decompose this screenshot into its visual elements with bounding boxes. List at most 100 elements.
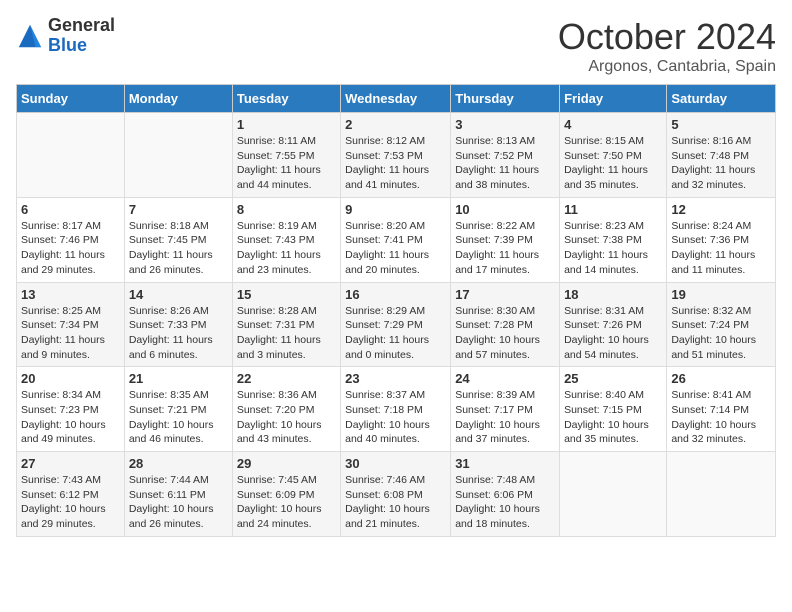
calendar-cell — [560, 452, 667, 537]
day-info: Sunrise: 8:32 AM Sunset: 7:24 PM Dayligh… — [671, 304, 771, 363]
calendar-cell: 8 Sunrise: 8:19 AM Sunset: 7:43 PM Daylig… — [232, 197, 340, 282]
logo-icon — [16, 22, 44, 50]
calendar-cell: 17 Sunrise: 8:30 AM Sunset: 7:28 PM Dayli… — [451, 282, 560, 367]
calendar-day-header: Thursday — [451, 85, 560, 113]
calendar-day-header: Saturday — [667, 85, 776, 113]
calendar-cell: 19Sunrise: 8:32 AM Sunset: 7:24 PM Dayli… — [667, 282, 776, 367]
calendar-week-row: 6Sunrise: 8:17 AM Sunset: 7:46 PM Daylig… — [17, 197, 776, 282]
calendar-cell: 16Sunrise: 8:29 AM Sunset: 7:29 PM Dayli… — [341, 282, 451, 367]
calendar-cell: 12Sunrise: 8:24 AM Sunset: 7:36 PM Dayli… — [667, 197, 776, 282]
day-number: 21 — [129, 371, 228, 386]
day-info: Sunrise: 8:37 AM Sunset: 7:18 PM Dayligh… — [345, 388, 446, 447]
day-number: 23 — [345, 371, 446, 386]
day-info: Sunrise: 8:16 AM Sunset: 7:48 PM Dayligh… — [671, 134, 771, 193]
day-info: Sunrise: 8:15 AM Sunset: 7:50 PM Dayligh… — [564, 134, 662, 193]
day-number: 26 — [671, 371, 771, 386]
month-title: October 2024 — [558, 16, 776, 58]
calendar-week-row: 1 Sunrise: 8:11 AM Sunset: 7:55 PM Daylig… — [17, 113, 776, 198]
calendar-cell: 28 Sunrise: 7:44 AM Sunset: 6:11 PM Dayli… — [124, 452, 232, 537]
day-info: Sunrise: 8:30 AM Sunset: 7:28 PM Dayligh… — [455, 304, 555, 363]
logo-general-text: General — [48, 16, 115, 36]
calendar-cell: 5 Sunrise: 8:16 AM Sunset: 7:48 PM Daylig… — [667, 113, 776, 198]
day-number: 20 — [21, 371, 120, 386]
calendar-cell: 20Sunrise: 8:34 AM Sunset: 7:23 PM Dayli… — [17, 367, 125, 452]
day-number: 16 — [345, 287, 446, 302]
title-block: October 2024 Argonos, Cantabria, Spain — [558, 16, 776, 76]
day-info: Sunrise: 8:11 AM Sunset: 7:55 PM Dayligh… — [237, 134, 336, 193]
day-number: 11 — [564, 202, 662, 217]
calendar-cell: 27Sunrise: 7:43 AM Sunset: 6:12 PM Dayli… — [17, 452, 125, 537]
logo-blue-text: Blue — [48, 36, 115, 56]
calendar-header-row: SundayMondayTuesdayWednesdayThursdayFrid… — [17, 85, 776, 113]
calendar-day-header: Monday — [124, 85, 232, 113]
day-number: 31 — [455, 456, 555, 471]
day-info: Sunrise: 8:13 AM Sunset: 7:52 PM Dayligh… — [455, 134, 555, 193]
day-info: Sunrise: 8:24 AM Sunset: 7:36 PM Dayligh… — [671, 219, 771, 278]
calendar-cell: 4Sunrise: 8:15 AM Sunset: 7:50 PM Daylig… — [560, 113, 667, 198]
calendar-cell: 21 Sunrise: 8:35 AM Sunset: 7:21 PM Dayli… — [124, 367, 232, 452]
day-number: 15 — [237, 287, 336, 302]
calendar-cell: 2Sunrise: 8:12 AM Sunset: 7:53 PM Daylig… — [341, 113, 451, 198]
logo: General Blue — [16, 16, 115, 56]
calendar-cell — [124, 113, 232, 198]
location: Argonos, Cantabria, Spain — [558, 58, 776, 76]
day-number: 17 — [455, 287, 555, 302]
day-number: 28 — [129, 456, 228, 471]
day-info: Sunrise: 8:40 AM Sunset: 7:15 PM Dayligh… — [564, 388, 662, 447]
day-number: 29 — [237, 456, 336, 471]
day-number: 10 — [455, 202, 555, 217]
calendar-cell: 29 Sunrise: 7:45 AM Sunset: 6:09 PM Dayli… — [232, 452, 340, 537]
calendar-day-header: Tuesday — [232, 85, 340, 113]
day-number: 1 — [237, 117, 336, 132]
day-number: 7 — [129, 202, 228, 217]
calendar-cell: 6Sunrise: 8:17 AM Sunset: 7:46 PM Daylig… — [17, 197, 125, 282]
day-info: Sunrise: 8:35 AM Sunset: 7:21 PM Dayligh… — [129, 388, 228, 447]
calendar-cell: 11Sunrise: 8:23 AM Sunset: 7:38 PM Dayli… — [560, 197, 667, 282]
day-number: 27 — [21, 456, 120, 471]
day-number: 5 — [671, 117, 771, 132]
day-number: 25 — [564, 371, 662, 386]
day-number: 3 — [455, 117, 555, 132]
calendar-table: SundayMondayTuesdayWednesdayThursdayFrid… — [16, 84, 776, 537]
calendar-cell: 23 Sunrise: 8:37 AM Sunset: 7:18 PM Dayli… — [341, 367, 451, 452]
day-info: Sunrise: 7:45 AM Sunset: 6:09 PM Dayligh… — [237, 473, 336, 532]
day-info: Sunrise: 7:44 AM Sunset: 6:11 PM Dayligh… — [129, 473, 228, 532]
calendar-week-row: 13 Sunrise: 8:25 AM Sunset: 7:34 PM Dayli… — [17, 282, 776, 367]
day-info: Sunrise: 7:46 AM Sunset: 6:08 PM Dayligh… — [345, 473, 446, 532]
calendar-cell: 24Sunrise: 8:39 AM Sunset: 7:17 PM Dayli… — [451, 367, 560, 452]
calendar-day-header: Friday — [560, 85, 667, 113]
day-number: 30 — [345, 456, 446, 471]
page-header: General Blue October 2024 Argonos, Canta… — [16, 16, 776, 76]
day-number: 14 — [129, 287, 228, 302]
calendar-cell: 22Sunrise: 8:36 AM Sunset: 7:20 PM Dayli… — [232, 367, 340, 452]
calendar-cell: 30 Sunrise: 7:46 AM Sunset: 6:08 PM Dayli… — [341, 452, 451, 537]
calendar-week-row: 27Sunrise: 7:43 AM Sunset: 6:12 PM Dayli… — [17, 452, 776, 537]
calendar-cell: 9 Sunrise: 8:20 AM Sunset: 7:41 PM Daylig… — [341, 197, 451, 282]
calendar-cell: 10 Sunrise: 8:22 AM Sunset: 7:39 PM Dayli… — [451, 197, 560, 282]
day-info: Sunrise: 8:22 AM Sunset: 7:39 PM Dayligh… — [455, 219, 555, 278]
calendar-cell: 26 Sunrise: 8:41 AM Sunset: 7:14 PM Dayli… — [667, 367, 776, 452]
day-info: Sunrise: 8:19 AM Sunset: 7:43 PM Dayligh… — [237, 219, 336, 278]
day-number: 9 — [345, 202, 446, 217]
calendar-cell: 13 Sunrise: 8:25 AM Sunset: 7:34 PM Dayli… — [17, 282, 125, 367]
calendar-cell: 31 Sunrise: 7:48 AM Sunset: 6:06 PM Dayli… — [451, 452, 560, 537]
day-number: 18 — [564, 287, 662, 302]
day-info: Sunrise: 8:25 AM Sunset: 7:34 PM Dayligh… — [21, 304, 120, 363]
calendar-cell: 1 Sunrise: 8:11 AM Sunset: 7:55 PM Daylig… — [232, 113, 340, 198]
day-info: Sunrise: 8:18 AM Sunset: 7:45 PM Dayligh… — [129, 219, 228, 278]
calendar-cell — [667, 452, 776, 537]
day-number: 13 — [21, 287, 120, 302]
calendar-cell — [17, 113, 125, 198]
calendar-cell: 15Sunrise: 8:28 AM Sunset: 7:31 PM Dayli… — [232, 282, 340, 367]
calendar-cell: 18 Sunrise: 8:31 AM Sunset: 7:26 PM Dayli… — [560, 282, 667, 367]
day-info: Sunrise: 8:12 AM Sunset: 7:53 PM Dayligh… — [345, 134, 446, 193]
day-number: 8 — [237, 202, 336, 217]
day-number: 24 — [455, 371, 555, 386]
calendar-week-row: 20Sunrise: 8:34 AM Sunset: 7:23 PM Dayli… — [17, 367, 776, 452]
day-info: Sunrise: 7:48 AM Sunset: 6:06 PM Dayligh… — [455, 473, 555, 532]
day-info: Sunrise: 8:36 AM Sunset: 7:20 PM Dayligh… — [237, 388, 336, 447]
day-info: Sunrise: 8:31 AM Sunset: 7:26 PM Dayligh… — [564, 304, 662, 363]
day-info: Sunrise: 8:20 AM Sunset: 7:41 PM Dayligh… — [345, 219, 446, 278]
calendar-day-header: Sunday — [17, 85, 125, 113]
day-info: Sunrise: 8:41 AM Sunset: 7:14 PM Dayligh… — [671, 388, 771, 447]
